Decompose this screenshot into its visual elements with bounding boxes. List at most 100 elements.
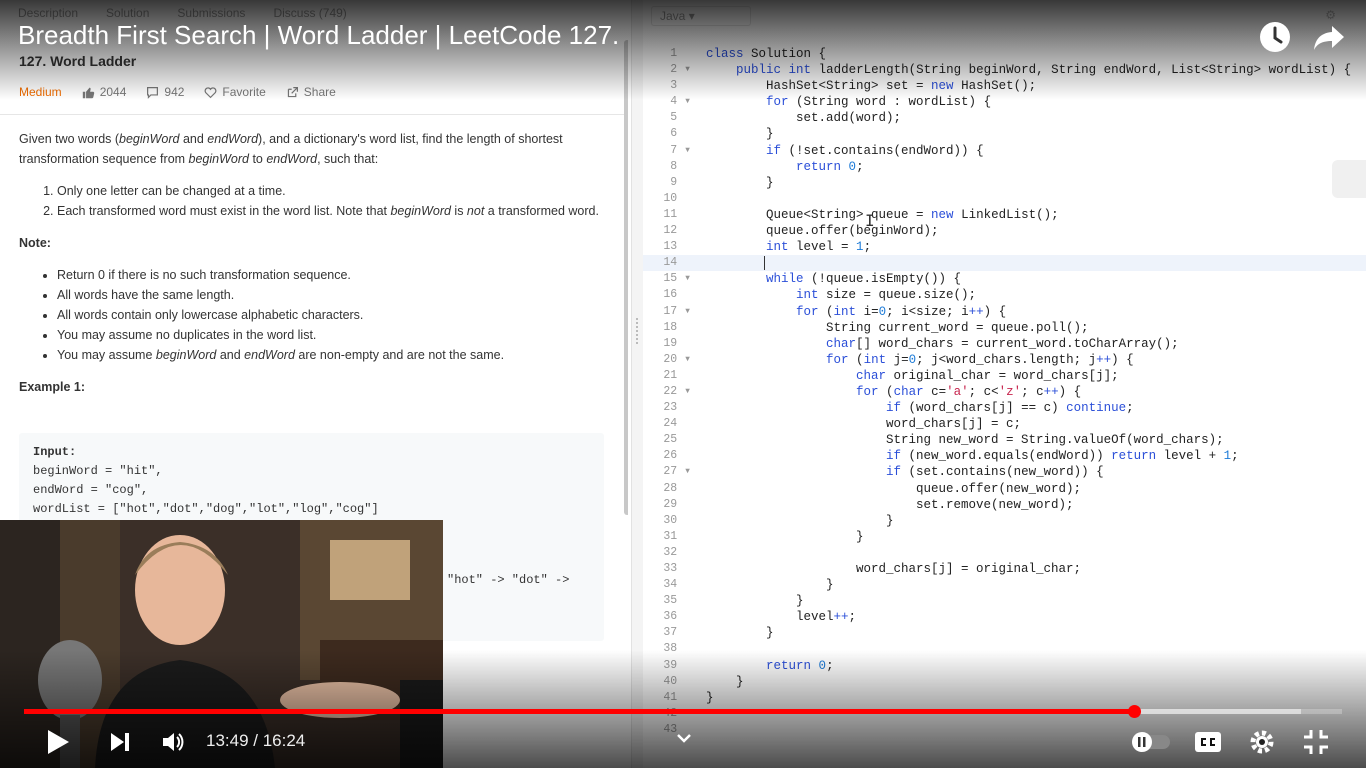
share-button[interactable]: Share <box>286 85 336 99</box>
code-line[interactable]: 17 ▾ for (int i=0; i<size; i++) { <box>643 304 1366 320</box>
code-text[interactable]: String new_word = String.valueOf(word_ch… <box>706 432 1224 448</box>
code-line[interactable]: 13 int level = 1; <box>643 239 1366 255</box>
exit-fullscreen-button[interactable] <box>1302 726 1330 758</box>
code-line[interactable]: 32 <box>643 545 1366 561</box>
code-line[interactable]: 36 level++; <box>643 609 1366 625</box>
captions-button[interactable] <box>1194 726 1222 758</box>
code-line[interactable]: 19 char[] word_chars = current_word.toCh… <box>643 336 1366 352</box>
code-text[interactable]: } <box>706 577 834 593</box>
watch-later-button[interactable] <box>1258 20 1292 54</box>
code-area[interactable]: 1 class Solution {2 ▾ public int ladderL… <box>643 46 1366 738</box>
code-text[interactable]: if (set.contains(new_word)) { <box>706 464 1104 480</box>
code-text[interactable]: } <box>706 593 804 609</box>
code-line[interactable]: 41 } <box>643 690 1366 706</box>
code-text[interactable]: } <box>706 674 744 690</box>
code-line[interactable]: 33 word_chars[j] = original_char; <box>643 561 1366 577</box>
code-text[interactable]: } <box>706 625 774 641</box>
code-line[interactable]: 11 Queue<String> queue = new LinkedList(… <box>643 207 1366 223</box>
code-text[interactable]: int size = queue.size(); <box>706 287 976 303</box>
code-text[interactable]: String current_word = queue.poll(); <box>706 320 1089 336</box>
code-line[interactable]: 4 ▾ for (String word : wordList) { <box>643 94 1366 110</box>
code-line[interactable]: 39 return 0; <box>643 658 1366 674</box>
code-text[interactable]: } <box>706 513 894 529</box>
code-line[interactable]: 7 ▾ if (!set.contains(endWord)) { <box>643 143 1366 159</box>
code-text[interactable]: return 0; <box>706 658 834 674</box>
code-line[interactable]: 2 ▾ public int ladderLength(String begin… <box>643 62 1366 78</box>
code-line[interactable]: 28 queue.offer(new_word); <box>643 481 1366 497</box>
code-text[interactable]: word_chars[j] = c; <box>706 416 1021 432</box>
code-text[interactable]: char[] word_chars = current_word.toCharA… <box>706 336 1179 352</box>
code-line[interactable]: 31 } <box>643 529 1366 545</box>
code-line[interactable]: 26 if (new_word.equals(endWord)) return … <box>643 448 1366 464</box>
code-line[interactable]: 24 word_chars[j] = c; <box>643 416 1366 432</box>
code-text[interactable]: set.remove(new_word); <box>706 497 1074 513</box>
mute-button[interactable] <box>160 726 186 758</box>
code-line[interactable]: 12 queue.offer(beginWord); <box>643 223 1366 239</box>
language-select[interactable]: Java ▾ <box>651 6 751 26</box>
code-text[interactable]: if (word_chars[j] == c) continue; <box>706 400 1134 416</box>
code-line[interactable]: 8 return 0; <box>643 159 1366 175</box>
code-text[interactable]: } <box>706 690 714 706</box>
example-code: Input: beginWord = "hit", endWord = "cog… <box>33 445 379 516</box>
code-line[interactable]: 38 <box>643 641 1366 657</box>
code-text[interactable]: for (String word : wordList) { <box>706 94 991 110</box>
autoplay-toggle[interactable] <box>1128 726 1174 758</box>
code-text[interactable]: while (!queue.isEmpty()) { <box>706 271 961 287</box>
code-line[interactable]: 6 } <box>643 126 1366 142</box>
code-line[interactable]: 40 } <box>643 674 1366 690</box>
share-video-button[interactable] <box>1312 20 1346 54</box>
code-text[interactable]: for (int j=0; j<word_chars.length; j++) … <box>706 352 1134 368</box>
code-text[interactable]: queue.offer(new_word); <box>706 481 1081 497</box>
progress-bar[interactable] <box>24 705 1342 718</box>
code-line[interactable]: 23 if (word_chars[j] == c) continue; <box>643 400 1366 416</box>
code-text[interactable]: level++; <box>706 609 856 625</box>
code-line[interactable]: 25 String new_word = String.valueOf(word… <box>643 432 1366 448</box>
code-line[interactable]: 37 } <box>643 625 1366 641</box>
code-text[interactable]: set.add(word); <box>706 110 901 126</box>
code-text[interactable]: } <box>706 529 864 545</box>
code-text[interactable]: for (int i=0; i<size; i++) { <box>706 304 1006 320</box>
code-line[interactable]: 29 set.remove(new_word); <box>643 497 1366 513</box>
code-text[interactable]: HashSet<String> set = new HashSet(); <box>706 78 1036 94</box>
favorite-button[interactable]: Favorite <box>204 85 266 99</box>
code-line[interactable]: 20 ▾ for (int j=0; j<word_chars.length; … <box>643 352 1366 368</box>
code-line[interactable]: 16 int size = queue.size(); <box>643 287 1366 303</box>
description-scrollbar[interactable] <box>624 40 628 515</box>
code-text[interactable]: char original_char = word_chars[j]; <box>706 368 1119 384</box>
code-text[interactable]: if (new_word.equals(endWord)) return lev… <box>706 448 1239 464</box>
video-title[interactable]: Breadth First Search | Word Ladder | Lee… <box>18 20 619 51</box>
code-text[interactable]: Queue<String> queue = new LinkedList(); <box>706 207 1059 223</box>
side-panel-tab[interactable] <box>1332 160 1366 198</box>
code-line[interactable]: 34 } <box>643 577 1366 593</box>
next-button[interactable] <box>108 726 132 758</box>
code-text[interactable]: for (char c='a'; c<'z'; c++) { <box>706 384 1081 400</box>
code-text[interactable]: } <box>706 126 774 142</box>
code-line[interactable]: 14 <box>643 255 1366 272</box>
code-text[interactable]: public int ladderLength(String beginWord… <box>706 62 1351 78</box>
code-text[interactable]: int level = 1; <box>706 239 871 255</box>
scrubber-handle[interactable] <box>1127 705 1141 718</box>
code-line[interactable]: 22 ▾ for (char c='a'; c<'z'; c++) { <box>643 384 1366 400</box>
code-line[interactable]: 27 ▾ if (set.contains(new_word)) { <box>643 464 1366 480</box>
code-line[interactable]: 9 } <box>643 175 1366 191</box>
expand-chevron-button[interactable] <box>674 728 694 753</box>
dislike-button[interactable]: 942 <box>146 85 184 99</box>
code-text[interactable]: queue.offer(beginWord); <box>706 223 939 239</box>
play-button[interactable] <box>44 726 72 758</box>
code-line[interactable]: 15 ▾ while (!queue.isEmpty()) { <box>643 271 1366 287</box>
code-line[interactable]: 18 String current_word = queue.poll(); <box>643 320 1366 336</box>
code-line[interactable]: 5 set.add(word); <box>643 110 1366 126</box>
code-editor[interactable]: Java ▾ ⚙ 1 class Solution {2 ▾ public in… <box>643 0 1366 768</box>
code-line[interactable]: 10 <box>643 191 1366 207</box>
code-text[interactable]: if (!set.contains(endWord)) { <box>706 143 984 159</box>
like-button[interactable]: 2044 <box>82 85 126 99</box>
settings-button[interactable] <box>1248 726 1276 758</box>
code-line[interactable]: 30 } <box>643 513 1366 529</box>
code-text[interactable]: word_chars[j] = original_char; <box>706 561 1081 577</box>
code-text[interactable]: } <box>706 175 774 191</box>
code-text[interactable]: class Solution { <box>706 46 826 62</box>
code-line[interactable]: 35 } <box>643 593 1366 609</box>
code-line[interactable]: 21 char original_char = word_chars[j]; <box>643 368 1366 384</box>
code-line[interactable]: 3 HashSet<String> set = new HashSet(); <box>643 78 1366 94</box>
code-text[interactable]: return 0; <box>706 159 864 175</box>
